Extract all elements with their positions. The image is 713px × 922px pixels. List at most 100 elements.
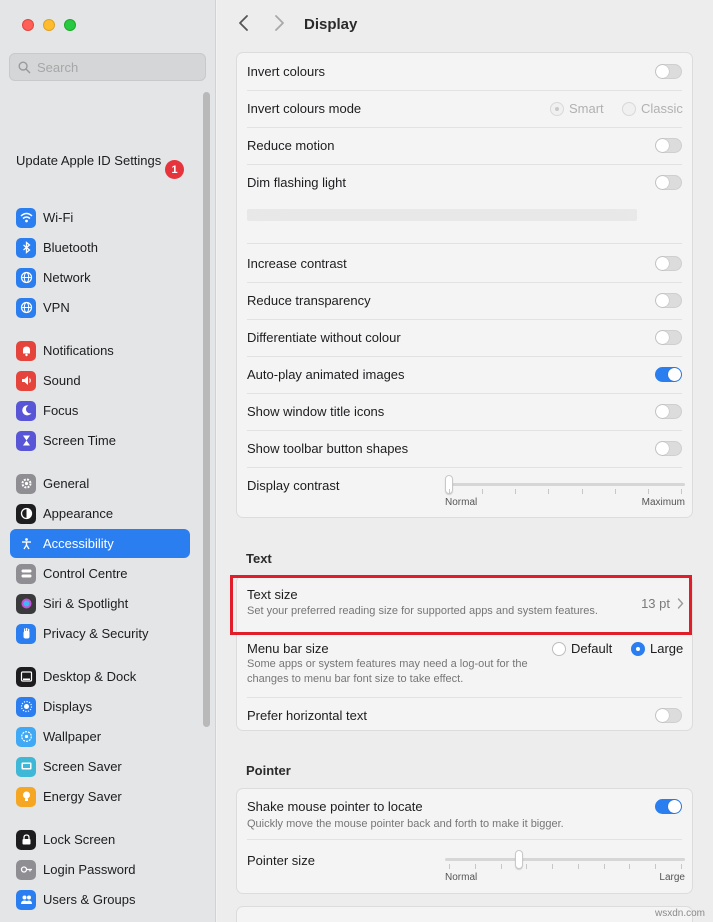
sidebar-item-wallpaper[interactable]: Wallpaper (10, 722, 190, 751)
differentiate-toggle[interactable] (655, 330, 682, 345)
search-field[interactable]: Search (9, 53, 206, 81)
annotation-highlight-box (230, 575, 692, 635)
sidebar-item-vpn[interactable]: VPN (10, 293, 190, 322)
sidebar-item-screen-time[interactable]: Screen Time (10, 426, 190, 455)
appearance-icon (16, 503, 36, 524)
window-title-icons-toggle[interactable] (655, 404, 682, 419)
sidebar-item-screen-saver[interactable]: Screen Saver (10, 752, 190, 781)
sidebar-item-label: Bluetooth (43, 240, 98, 255)
pointer-size-slider[interactable]: Normal Large (445, 849, 685, 883)
invert-colours-toggle[interactable] (655, 64, 682, 79)
sidebar-item-label: Screen Saver (43, 759, 122, 774)
sidebar-item-label: VPN (43, 300, 70, 315)
wallpaper-icon (16, 726, 36, 747)
chevron-right-icon (275, 15, 284, 31)
sidebar-item-sound[interactable]: Sound (10, 366, 190, 395)
back-button[interactable] (234, 14, 254, 38)
dim-flashing-row: Dim flashing light (237, 164, 692, 238)
reduce-motion-label: Reduce motion (247, 138, 335, 153)
notification-badge: 1 (165, 160, 184, 179)
hourglass-icon (16, 430, 36, 451)
sidebar-item-label: Displays (43, 699, 93, 714)
gear-icon (16, 473, 36, 494)
sidebar-item-wi-fi[interactable]: Wi-Fi (10, 203, 190, 232)
dim-flashing-toggle[interactable] (655, 175, 682, 190)
main-pane: Display Invert colours Invert colours mo… (217, 0, 713, 922)
radio-dot (622, 101, 636, 116)
sidebar-item-appearance[interactable]: Appearance (10, 499, 190, 528)
sidebar: Search Update Apple ID Settings 1 Wi-Fi B… (0, 0, 216, 922)
display-contrast-row: Display contrast Normal Maximum (237, 467, 692, 519)
sidebar-item-lock-screen[interactable]: Lock Screen (10, 825, 190, 854)
sidebar-item-network[interactable]: Network (10, 263, 190, 292)
slider-max-label: Large (659, 872, 685, 883)
sidebar-item-displays[interactable]: Displays (10, 692, 190, 721)
menu-bar-large-radio[interactable]: Large (631, 641, 683, 656)
search-icon (18, 61, 31, 73)
menu-bar-default-radio[interactable]: Default (552, 641, 612, 656)
smart-option-label: Smart (569, 101, 604, 116)
prefer-horizontal-row: Prefer horizontal text (237, 697, 692, 732)
slider-tick (603, 864, 605, 869)
toolbar-shapes-row: Show toolbar button shapes (237, 430, 692, 467)
sidebar-item-label: Users & Groups (43, 892, 136, 907)
slider-tick (500, 864, 502, 869)
accessibility-icon (16, 533, 36, 554)
bluetooth-icon (16, 237, 36, 258)
sidebar-item-control-centre[interactable]: Control Centre (10, 559, 190, 588)
prefer-horizontal-toggle[interactable] (655, 708, 682, 723)
slider-tick (681, 864, 682, 869)
sidebar-item-label: Wallpaper (43, 729, 102, 744)
sidebar-scrollbar[interactable] (203, 92, 210, 727)
increase-contrast-label: Increase contrast (247, 256, 347, 271)
window-title-icons-row: Show window title icons (237, 393, 692, 430)
sidebar-item-siri-spotlight[interactable]: Siri & Spotlight (10, 589, 190, 618)
slider-track (445, 483, 685, 486)
sidebar-item-label: Screen Time (43, 433, 116, 448)
invert-mode-smart-radio[interactable]: Smart (550, 101, 604, 116)
slider-max-label: Maximum (641, 497, 685, 508)
wifi-icon (16, 207, 36, 228)
invert-mode-classic-radio[interactable]: Classic (622, 101, 683, 116)
sidebar-item-focus[interactable]: Focus (10, 396, 190, 425)
zoom-window-button[interactable] (64, 19, 76, 31)
sidebar-item-energy-saver[interactable]: Energy Saver (10, 782, 190, 811)
increase-contrast-toggle[interactable] (655, 256, 682, 271)
sidebar-item-accessibility[interactable]: Accessibility (10, 529, 190, 558)
sidebar-item-users-groups[interactable]: Users & Groups (10, 885, 190, 914)
forward-button[interactable] (269, 14, 289, 38)
toolbar: Display (217, 0, 713, 52)
close-window-button[interactable] (22, 19, 34, 31)
minimize-window-button[interactable] (43, 19, 55, 31)
radio-dot (550, 101, 564, 116)
slider-tick (552, 864, 554, 869)
sidebar-item-login-password[interactable]: Login Password (10, 855, 190, 884)
pointer-size-label: Pointer size (247, 853, 315, 868)
sidebar-item-label: Privacy & Security (43, 626, 149, 641)
sidebar-item-privacy-security[interactable]: Privacy & Security (10, 619, 190, 648)
toolbar-shapes-toggle[interactable] (655, 441, 682, 456)
sun-icon (16, 696, 36, 717)
apple-id-update-link[interactable]: Update Apple ID Settings (16, 153, 166, 169)
reduce-motion-toggle[interactable] (655, 138, 682, 153)
sidebar-item-general[interactable]: General (10, 469, 190, 498)
search-placeholder: Search (37, 59, 79, 75)
siri-icon (16, 593, 36, 614)
chevron-left-icon (239, 15, 248, 31)
bulb-icon (16, 786, 36, 807)
window-title-icons-label: Show window title icons (247, 404, 385, 419)
slider-tick (581, 489, 583, 494)
sidebar-item-desktop-dock[interactable]: Desktop & Dock (10, 662, 190, 691)
sidebar-item-label: Control Centre (43, 566, 128, 581)
slider-tick (647, 489, 649, 494)
invert-colours-row: Invert colours (237, 53, 692, 90)
reduce-transparency-toggle[interactable] (655, 293, 682, 308)
sidebar-item-notifications[interactable]: Notifications (10, 336, 190, 365)
shake-pointer-toggle[interactable] (655, 799, 682, 814)
autoplay-toggle[interactable] (655, 367, 682, 382)
speaker-icon (16, 370, 36, 391)
display-contrast-slider[interactable]: Normal Maximum (445, 474, 685, 508)
slider-thumb[interactable] (514, 850, 523, 869)
reduce-transparency-row: Reduce transparency (237, 282, 692, 319)
sidebar-item-bluetooth[interactable]: Bluetooth (10, 233, 190, 262)
